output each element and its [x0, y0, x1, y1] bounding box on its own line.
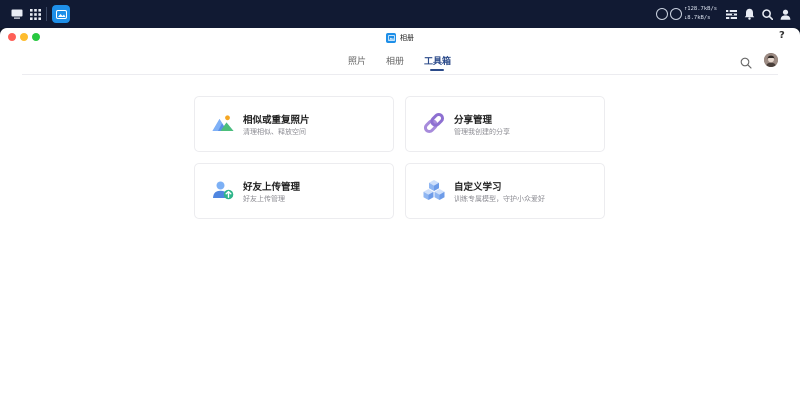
- tab-albums[interactable]: 相册: [386, 55, 404, 69]
- card-custom-learning[interactable]: 自定义学习 训练专属模型，守护小众爱好: [405, 163, 605, 219]
- main-tabs: 照片 相册 工具箱: [0, 50, 800, 74]
- card-title: 相似或重复照片: [243, 115, 310, 126]
- avatar[interactable]: [764, 53, 778, 67]
- card-subtitle: 清理相似、释放空间: [243, 128, 306, 136]
- user-account-icon[interactable]: [776, 5, 794, 23]
- active-tab-indicator: [430, 69, 444, 71]
- card-share-management[interactable]: 分享管理 管理我创建的分享: [405, 96, 605, 152]
- header-divider: [22, 74, 778, 75]
- photos-title-icon: [386, 33, 396, 43]
- window-title-text: 相册: [400, 34, 414, 42]
- global-search-icon[interactable]: [758, 5, 776, 23]
- close-window-button[interactable]: [8, 33, 16, 41]
- minimize-window-button[interactable]: [20, 33, 28, 41]
- card-title: 分享管理: [454, 115, 493, 126]
- network-speed[interactable]: ↑128.7kB/s ↓8.7kB/s: [684, 5, 720, 25]
- card-subtitle: 训练专属模型，守护小众爱好: [454, 195, 545, 203]
- search-icon[interactable]: [740, 54, 754, 69]
- tab-toolbox[interactable]: 工具箱: [424, 55, 451, 69]
- link-icon: [422, 111, 446, 135]
- card-title: 好友上传管理: [243, 182, 301, 193]
- maximize-window-button[interactable]: [32, 33, 40, 41]
- task-manager-icon[interactable]: [722, 5, 740, 23]
- card-subtitle: 好友上传管理: [243, 195, 285, 203]
- desktop-icon[interactable]: [8, 5, 26, 23]
- help-button[interactable]: ?: [779, 30, 785, 41]
- photos-window: 相册 ? 照片 相册 工具箱 相似或重复照片 清理相似、释放空间 分享管理 管理…: [0, 28, 800, 400]
- tab-photos[interactable]: 照片: [348, 55, 366, 69]
- card-title: 自定义学习: [454, 182, 502, 193]
- download-rate: ↓8.7kB/s: [684, 15, 711, 21]
- photos-app-icon[interactable]: [52, 5, 70, 23]
- cpu-gauge-icon[interactable]: [656, 8, 668, 20]
- window-title: 相册: [386, 31, 414, 45]
- user-upload-icon: [211, 178, 235, 202]
- app-grid-icon[interactable]: [26, 5, 44, 23]
- system-bar: ↑128.7kB/s ↓8.7kB/s: [0, 0, 800, 28]
- bar-divider: [46, 7, 47, 21]
- notification-bell-icon[interactable]: [740, 5, 758, 23]
- cubes-icon: [422, 178, 446, 202]
- card-similar-photos[interactable]: 相似或重复照片 清理相似、释放空间: [194, 96, 394, 152]
- title-bar: 相册 ?: [0, 28, 800, 46]
- mountain-photo-icon: [211, 111, 235, 135]
- card-subtitle: 管理我创建的分享: [454, 128, 510, 136]
- upload-rate: ↑128.7kB/s: [684, 6, 718, 12]
- memory-gauge-icon[interactable]: [670, 8, 682, 20]
- card-friend-uploads[interactable]: 好友上传管理 好友上传管理: [194, 163, 394, 219]
